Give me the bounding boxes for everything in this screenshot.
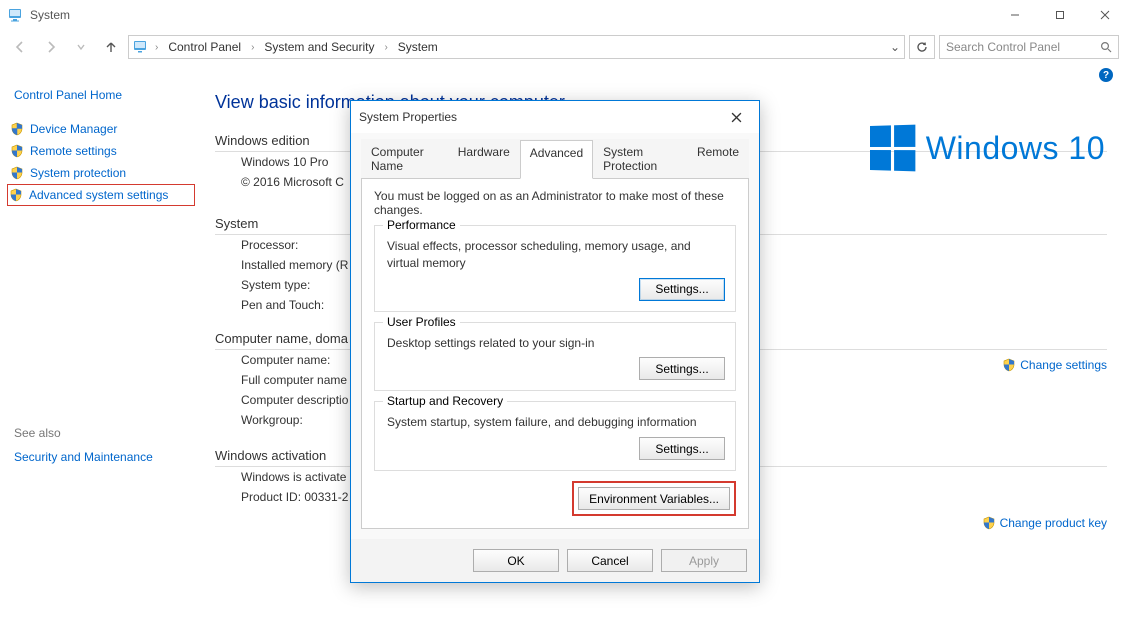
address-bar[interactable]: › Control Panel › System and Security › … [128,35,905,59]
windows-brand-text: Windows 10 [926,130,1105,167]
close-button[interactable] [1082,0,1127,30]
search-placeholder: Search Control Panel [946,40,1100,54]
tab-remote[interactable]: Remote [687,139,749,178]
sidebar-item-label: System protection [30,166,126,180]
system-properties-dialog: System Properties Computer Name Hardware… [350,100,760,583]
sidebar: Control Panel Home Device Manager Remote… [0,86,205,635]
dialog-close-button[interactable] [721,105,751,129]
chevron-right-icon: › [251,42,254,53]
shield-icon [10,122,24,136]
windows-logo-icon [870,125,915,172]
sidebar-item-remote-settings[interactable]: Remote settings [8,140,191,162]
breadcrumb-item[interactable]: System [394,38,442,56]
tab-computer-name[interactable]: Computer Name [361,139,448,178]
cancel-button[interactable]: Cancel [567,549,653,572]
up-button[interactable] [98,34,124,60]
search-icon [1100,41,1112,53]
control-panel-home-link[interactable]: Control Panel Home [14,86,191,104]
sidebar-item-system-protection[interactable]: System protection [8,162,191,184]
performance-settings-button[interactable]: Settings... [639,278,725,301]
dialog-footer: OK Cancel Apply [351,539,759,582]
sidebar-item-label: Advanced system settings [29,188,168,202]
group-legend: Startup and Recovery [383,394,507,408]
tab-advanced[interactable]: Advanced [520,140,593,179]
recent-button[interactable] [68,34,94,60]
user-profiles-settings-button[interactable]: Settings... [639,357,725,380]
shield-icon [1002,358,1016,372]
group-user-profiles: User Profiles Desktop settings related t… [374,322,736,392]
environment-variables-button[interactable]: Environment Variables... [578,487,730,510]
env-var-highlight: Environment Variables... [572,481,736,516]
window-title: System [30,8,70,22]
dialog-title: System Properties [359,110,457,124]
group-legend: Performance [383,218,460,232]
change-settings-link[interactable]: Change settings [1002,358,1107,372]
refresh-button[interactable] [909,35,935,59]
admin-note: You must be logged on as an Administrato… [374,189,736,217]
maximize-button[interactable] [1037,0,1082,30]
title-bar: System [0,0,1127,30]
sidebar-item-device-manager[interactable]: Device Manager [8,118,191,140]
dialog-titlebar[interactable]: System Properties [351,101,759,133]
forward-button[interactable] [38,34,64,60]
group-startup-recovery: Startup and Recovery System startup, sys… [374,401,736,471]
chevron-down-icon[interactable]: ⌄ [890,40,900,54]
help-icon[interactable]: ? [1099,68,1113,82]
windows-logo: Windows 10 [870,126,1105,170]
shield-icon [10,166,24,180]
tab-hardware[interactable]: Hardware [448,139,520,178]
change-product-key-label: Change product key [1000,516,1107,530]
breadcrumb-item[interactable]: System and Security [260,38,378,56]
shield-icon [982,516,996,530]
group-desc: System startup, system failure, and debu… [387,414,725,431]
group-desc: Desktop settings related to your sign-in [387,335,725,352]
sidebar-item-label: Device Manager [30,122,117,136]
startup-recovery-settings-button[interactable]: Settings... [639,437,725,460]
sidebar-item-advanced-system-settings[interactable]: Advanced system settings [7,184,195,206]
group-legend: User Profiles [383,315,460,329]
dialog-tabs: Computer Name Hardware Advanced System P… [361,139,749,179]
shield-icon [9,188,23,202]
tab-content-advanced: You must be logged on as an Administrato… [361,179,749,529]
ok-button[interactable]: OK [473,549,559,572]
apply-button[interactable]: Apply [661,549,747,572]
nav-row: › Control Panel › System and Security › … [0,30,1127,64]
tab-system-protection[interactable]: System Protection [593,139,687,178]
chevron-right-icon: › [155,42,158,53]
minimize-button[interactable] [992,0,1037,30]
breadcrumb-item[interactable]: Control Panel [164,38,245,56]
sidebar-item-label: Remote settings [30,144,117,158]
system-icon [133,39,149,55]
system-icon [8,7,24,23]
group-desc: Visual effects, processor scheduling, me… [387,238,725,272]
see-also-link[interactable]: Security and Maintenance [14,448,191,466]
back-button[interactable] [8,34,34,60]
change-settings-label: Change settings [1020,358,1107,372]
see-also-heading: See also [14,426,191,440]
change-product-key-link[interactable]: Change product key [982,516,1107,530]
help-row: ? [0,64,1127,86]
group-performance: Performance Visual effects, processor sc… [374,225,736,312]
shield-icon [10,144,24,158]
search-input[interactable]: Search Control Panel [939,35,1119,59]
chevron-right-icon: › [384,42,387,53]
